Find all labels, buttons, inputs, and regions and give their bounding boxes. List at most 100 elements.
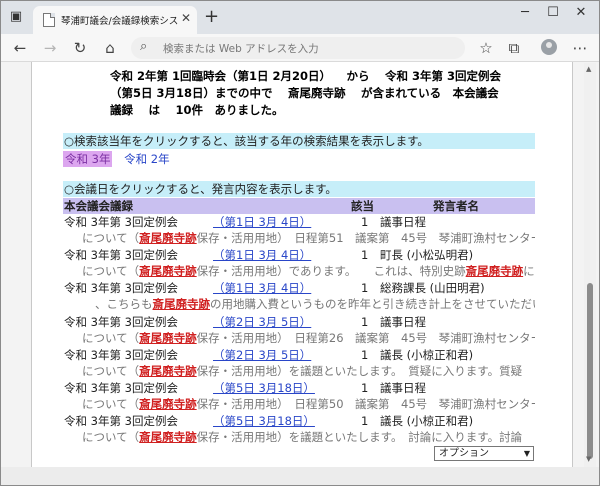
- col-item-header: 該当: [351, 199, 374, 213]
- search-summary: 令和 2年第 1回臨時会（第1日 2月20日） から 令和 3年第 3回定例会 …: [110, 68, 530, 119]
- result-date-link[interactable]: （第1日 3月 4日）: [213, 247, 311, 263]
- result-row: 令和 3年第 3回定例会 （第5日 3月18日） 1 議事日程: [63, 380, 535, 396]
- browser-toolbar: ← → ↻ ⌂ ⌕ 検索または Web アドレスを入力 ☆ ⧉ ⋯: [1, 34, 599, 62]
- result-count: 1: [361, 414, 369, 429]
- year-instruction: ○検索該当年をクリックすると、該当する年の検索結果を表示します。: [63, 133, 535, 149]
- result-speaker: 議事日程: [380, 215, 426, 229]
- tab-strip: ▣ 琴浦町議会/会議録検索システム ✕ + ─ ☐ ✕: [1, 1, 599, 34]
- snippet-text: について（: [82, 231, 140, 245]
- result-speaker: 町長 (小松弘明君): [380, 248, 474, 263]
- keyword-highlight: 斎尾廃寺跡: [465, 264, 524, 279]
- snippet-text: について（: [82, 363, 140, 378]
- keyword-highlight: 斎尾廃寺跡: [139, 330, 197, 345]
- snippet-text: 保存・活用用地）を議題といたします。 討論に入ります。討論: [196, 430, 523, 445]
- snippet-text: 保存・活用用地）であります。 これは、特別史跡: [196, 264, 466, 279]
- tab-title: 琴浦町議会/会議録検索システム: [61, 16, 179, 27]
- options-selected-value: オプション: [439, 448, 489, 459]
- result-meeting: 令和 3年第 3回定例会: [64, 215, 178, 229]
- result-count: 1: [361, 314, 369, 329]
- snippet-text: 保存・活用用地） 日程第51 議案第 45号 琴浦町漁村センター: [196, 231, 535, 245]
- new-tab-button[interactable]: +: [204, 7, 219, 27]
- refresh-icon[interactable]: ↻: [69, 37, 91, 59]
- scroll-thumb[interactable]: [587, 283, 593, 459]
- result-row: 令和 3年第 3回定例会 （第1日 3月 4日） 1 総務課長 (山田明君): [63, 280, 535, 296]
- profile-avatar[interactable]: [541, 39, 557, 55]
- minimize-icon[interactable]: ─: [513, 5, 537, 20]
- back-icon[interactable]: ←: [9, 37, 31, 59]
- result-row: 令和 3年第 3回定例会 （第1日 3月 4日） 1 議事日程: [63, 214, 535, 230]
- maximize-icon[interactable]: ☐: [541, 5, 565, 20]
- browser-tab[interactable]: 琴浦町議会/会議録検索システム ✕: [33, 6, 197, 34]
- window-close-icon[interactable]: ✕: [569, 5, 593, 20]
- result-speaker: 議事日程: [380, 381, 426, 395]
- year-links: 令和 3年 令和 2年: [63, 151, 170, 167]
- result-date-link[interactable]: （第2日 3月 5日）: [213, 347, 311, 363]
- result-meeting: 令和 3年第 3回定例会: [64, 314, 178, 329]
- address-bar[interactable]: ⌕ 検索または Web アドレスを入力: [131, 37, 465, 59]
- snippet-text: 、こちらも: [95, 297, 153, 312]
- result-date-link[interactable]: （第1日 3月 4日）: [213, 214, 311, 230]
- browser-window: ▣ 琴浦町議会/会議録検索システム ✕ + ─ ☐ ✕ ← → ↻ ⌂ ⌕ 検索…: [0, 0, 600, 486]
- result-meeting: 令和 3年第 3回定例会: [64, 281, 178, 296]
- result-snippet: について（斎尾廃寺跡保存・活用用地） 日程第50 議案第 45号 琴浦町漁村セン…: [63, 396, 535, 412]
- more-menu-icon[interactable]: ⋯: [569, 37, 591, 59]
- result-count: 1: [361, 215, 369, 229]
- result-date-link[interactable]: （第2日 3月 5日）: [213, 314, 311, 330]
- snippet-text: について（: [82, 330, 140, 345]
- page-content: 令和 2年第 1回臨時会（第1日 2月20日） から 令和 3年第 3回定例会 …: [31, 62, 573, 467]
- keyword-highlight: 斎尾廃寺跡: [152, 297, 211, 312]
- result-snippet: について（斎尾廃寺跡保存・活用用地） 日程第26 議案第 45号 琴浦町漁村セン…: [63, 330, 535, 346]
- result-speaker: 議長 (小椋正和君): [380, 347, 474, 362]
- meeting-instruction: ○会議日をクリックすると、発言内容を表示します。: [63, 181, 535, 197]
- year-link-selected[interactable]: 令和 3年: [63, 151, 113, 167]
- year-link[interactable]: 令和 2年: [124, 151, 169, 167]
- results-header: 本会議会議録 該当 発言者名: [63, 198, 535, 214]
- vertical-scrollbar[interactable]: ▲ ▼: [584, 63, 596, 467]
- scroll-up-icon[interactable]: ▲: [586, 65, 591, 73]
- snippet-text: の用地購入費というものを昨年と引き続き計上をさせていただいて: [210, 297, 535, 312]
- result-date-link[interactable]: （第5日 3月18日）: [213, 380, 315, 396]
- result-row: 令和 3年第 3回定例会 （第5日 3月18日） 1 議長 (小椋正和君): [63, 413, 535, 429]
- result-snippet: 、こちらも斎尾廃寺跡の用地購入費というものを昨年と引き続き計上をさせていただいて: [63, 296, 535, 312]
- scroll-down-icon[interactable]: ▼: [586, 455, 591, 463]
- result-row: 令和 3年第 3回定例会 （第2日 3月 5日） 1 議事日程: [63, 314, 535, 330]
- result-meeting: 令和 3年第 3回定例会: [64, 414, 178, 429]
- snippet-text: について（: [82, 397, 140, 411]
- result-row: 令和 3年第 3回定例会 （第1日 3月 4日） 1 町長 (小松弘明君): [63, 247, 535, 263]
- tab-actions-icon[interactable]: ▣: [7, 9, 25, 25]
- chevron-down-icon: ▼: [523, 449, 530, 458]
- result-snippet: について（斎尾廃寺跡保存・活用用地）を議題といたします。 質疑に入ります。質疑: [63, 363, 535, 379]
- result-snippet: について（斎尾廃寺跡保存・活用用地）を議題といたします。 討論に入ります。討論: [63, 429, 535, 445]
- result-count: 1: [361, 281, 369, 296]
- summary-line-1: 令和 2年第 1回臨時会（第1日 2月20日） から 令和 3年第 3回定例会: [110, 69, 502, 83]
- keyword-highlight: 斎尾廃寺跡: [139, 363, 197, 378]
- collections-icon[interactable]: ⧉: [503, 37, 525, 59]
- result-meeting: 令和 3年第 3回定例会: [64, 248, 178, 263]
- tab-close-icon[interactable]: ✕: [181, 11, 191, 25]
- snippet-text: について（: [82, 264, 140, 279]
- favorites-star-icon[interactable]: ☆: [475, 37, 497, 59]
- result-meeting: 令和 3年第 3回定例会: [64, 381, 178, 395]
- snippet-text: に: [523, 264, 535, 279]
- snippet-text: について（: [82, 430, 140, 445]
- snippet-text: 保存・活用用地） 日程第50 議案第 45号 琴浦町漁村センター: [196, 397, 535, 411]
- options-select[interactable]: オプション ▼: [434, 446, 534, 461]
- keyword-highlight: 斎尾廃寺跡: [139, 264, 197, 279]
- summary-line-2: （第5日 3月18日）までの中で 斎尾廃寺跡 が含まれている 本会議会: [110, 86, 499, 100]
- result-row: 令和 3年第 3回定例会 （第2日 3月 5日） 1 議長 (小椋正和君): [63, 347, 535, 363]
- result-count: 1: [361, 381, 369, 395]
- home-icon[interactable]: ⌂: [99, 37, 121, 59]
- result-meeting: 令和 3年第 3回定例会: [64, 347, 178, 362]
- keyword-highlight: 斎尾廃寺跡: [139, 231, 197, 245]
- keyword-highlight: 斎尾廃寺跡: [139, 397, 197, 411]
- result-date-link[interactable]: （第5日 3月18日）: [213, 413, 315, 429]
- result-count: 1: [361, 347, 369, 362]
- result-speaker: 総務課長 (山田明君): [380, 281, 485, 296]
- result-count: 1: [361, 248, 369, 263]
- search-icon: ⌕: [140, 39, 148, 54]
- forward-icon[interactable]: →: [39, 37, 61, 59]
- result-date-link[interactable]: （第1日 3月 4日）: [213, 280, 311, 296]
- snippet-text: 保存・活用用地）を議題といたします。 質疑に入ります。質疑: [196, 363, 523, 378]
- result-snippet: について（斎尾廃寺跡保存・活用用地） 日程第51 議案第 45号 琴浦町漁村セン…: [63, 230, 535, 246]
- keyword-highlight: 斎尾廃寺跡: [139, 430, 197, 445]
